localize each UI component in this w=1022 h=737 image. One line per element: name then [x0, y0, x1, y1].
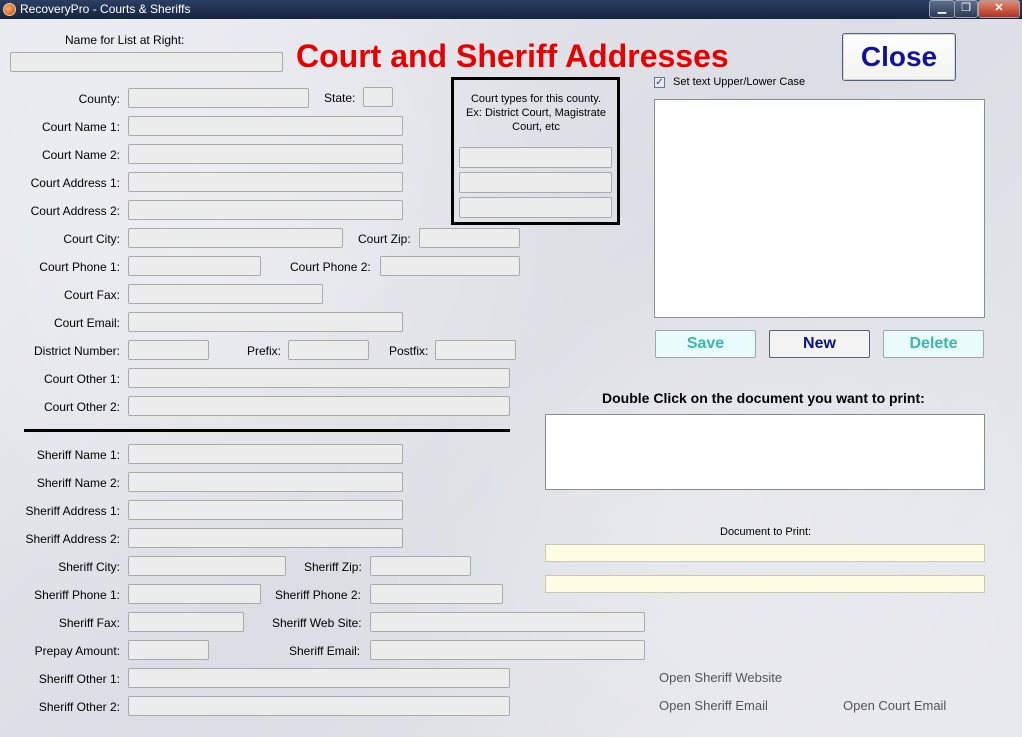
court-address-1-input[interactable]	[128, 172, 403, 192]
close-button[interactable]: Close	[842, 33, 956, 81]
prepay-amount-label: Prepay Amount:	[34, 644, 120, 658]
sheriff-email-label: Sheriff Email:	[289, 644, 361, 658]
prepay-amount-input[interactable]	[128, 640, 209, 660]
court-phone-2-input[interactable]	[380, 256, 520, 276]
minimize-button[interactable]: ▁	[929, 0, 955, 18]
court-other-1-label: Court Other 1:	[43, 372, 120, 386]
court-type-2-input[interactable]	[459, 172, 612, 193]
prefix-label: Prefix:	[247, 344, 282, 358]
sheriff-other-2-input[interactable]	[128, 696, 510, 716]
sheriff-address-1-input[interactable]	[128, 500, 403, 520]
county-input[interactable]	[128, 88, 309, 108]
name-for-list-label: Name for List at Right:	[65, 33, 185, 47]
postfix-input[interactable]	[435, 340, 516, 360]
court-email-label: Court Email:	[53, 316, 120, 330]
sheriff-zip-label: Sheriff Zip:	[304, 560, 362, 574]
case-checkbox-label: Set text Upper/Lower Case	[673, 76, 806, 88]
sheriff-address-2-label: Sheriff Address 2:	[25, 532, 121, 546]
court-types-note: Court types for this county. Ex: Distric…	[466, 93, 606, 133]
court-name-2-input[interactable]	[128, 144, 403, 164]
sheriff-email-input[interactable]	[370, 640, 645, 660]
restore-button[interactable]: ❐	[954, 0, 978, 18]
sheriff-name-1-input[interactable]	[128, 444, 403, 464]
sheriff-fax-input[interactable]	[128, 612, 244, 632]
sheriff-name-2-input[interactable]	[128, 472, 403, 492]
document-to-print-field-2[interactable]	[545, 575, 985, 593]
new-button[interactable]: New	[769, 330, 870, 358]
court-types-group: Court types for this county. Ex: Distric…	[451, 77, 620, 225]
window-close-button[interactable]: ✕	[978, 0, 1020, 18]
sheriff-address-1-label: Sheriff Address 1:	[25, 504, 121, 518]
open-court-email-link[interactable]: Open Court Email	[843, 698, 946, 713]
court-name-1-input[interactable]	[128, 116, 403, 136]
court-address-2-input[interactable]	[128, 200, 403, 220]
postfix-label: Postfix:	[389, 344, 429, 358]
court-fax-label: Court Fax:	[63, 288, 120, 302]
court-address-2-label: Court Address 2:	[30, 204, 120, 218]
sheriff-other-2-label: Sheriff Other 2:	[38, 700, 120, 714]
sheriff-other-1-label: Sheriff Other 1:	[38, 672, 120, 686]
print-instruction: Double Click on the document you want to…	[602, 390, 925, 406]
sheriff-name-2-label: Sheriff Name 2:	[36, 476, 120, 490]
case-checkbox[interactable]: ✓	[654, 77, 665, 88]
save-button[interactable]: Save	[655, 330, 756, 358]
district-number-input[interactable]	[128, 340, 209, 360]
court-phone-1-input[interactable]	[128, 256, 261, 276]
court-type-3-input[interactable]	[459, 197, 612, 218]
open-sheriff-email-link[interactable]: Open Sheriff Email	[659, 698, 768, 713]
sheriff-phone-2-input[interactable]	[370, 584, 503, 604]
court-phone-2-label: Court Phone 2:	[290, 260, 371, 274]
court-name-2-label: Court Name 2:	[41, 148, 120, 162]
court-name-1-label: Court Name 1:	[41, 120, 120, 134]
sheriff-web-site-label: Sheriff Web Site:	[272, 616, 362, 630]
name-for-list-input[interactable]	[10, 52, 283, 72]
state-input[interactable]	[363, 87, 393, 107]
app-icon	[3, 3, 16, 16]
section-divider	[24, 429, 510, 432]
court-fax-input[interactable]	[128, 284, 323, 304]
sheriff-other-1-input[interactable]	[128, 668, 510, 688]
sheriff-name-1-label: Sheriff Name 1:	[36, 448, 120, 462]
sheriff-zip-input[interactable]	[370, 556, 471, 576]
sheriff-phone-1-input[interactable]	[128, 584, 261, 604]
sheriff-fax-label: Sheriff Fax:	[58, 616, 120, 630]
court-address-1-label: Court Address 1:	[30, 176, 120, 190]
court-city-input[interactable]	[128, 228, 343, 248]
open-sheriff-website-link[interactable]: Open Sheriff Website	[659, 670, 782, 685]
court-type-1-input[interactable]	[459, 147, 612, 168]
court-other-2-input[interactable]	[128, 396, 510, 416]
document-list-box[interactable]	[545, 414, 985, 490]
page-title: Court and Sheriff Addresses	[296, 38, 729, 74]
sheriff-city-label: Sheriff City:	[58, 560, 120, 574]
state-label: State:	[324, 91, 356, 105]
county-label: County:	[78, 92, 120, 106]
district-number-label: District Number:	[33, 344, 120, 358]
title-bar: RecoveryPro - Courts & Sheriffs ▁ ❐ ✕	[0, 0, 1022, 19]
court-list-box[interactable]	[654, 99, 985, 318]
court-other-2-label: Court Other 2:	[43, 400, 120, 414]
court-zip-label: Court Zip:	[358, 232, 411, 246]
form-client-area: Name for List at Right: Court and Sherif…	[0, 19, 1022, 737]
sheriff-address-2-input[interactable]	[128, 528, 403, 548]
document-to-print-field-1[interactable]	[545, 544, 985, 562]
sheriff-phone-2-label: Sheriff Phone 2:	[275, 588, 361, 602]
court-city-label: Court City:	[63, 232, 120, 246]
court-zip-input[interactable]	[419, 228, 520, 248]
prefix-input[interactable]	[288, 340, 369, 360]
court-other-1-input[interactable]	[128, 368, 510, 388]
sheriff-web-site-input[interactable]	[370, 612, 645, 632]
document-to-print-label: Document to Print:	[720, 526, 812, 538]
court-email-input[interactable]	[128, 312, 403, 332]
delete-button[interactable]: Delete	[883, 330, 984, 358]
court-phone-1-label: Court Phone 1:	[39, 260, 120, 274]
window-title: RecoveryPro - Courts & Sheriffs	[20, 2, 191, 16]
sheriff-phone-1-label: Sheriff Phone 1:	[34, 588, 120, 602]
sheriff-city-input[interactable]	[128, 556, 286, 576]
